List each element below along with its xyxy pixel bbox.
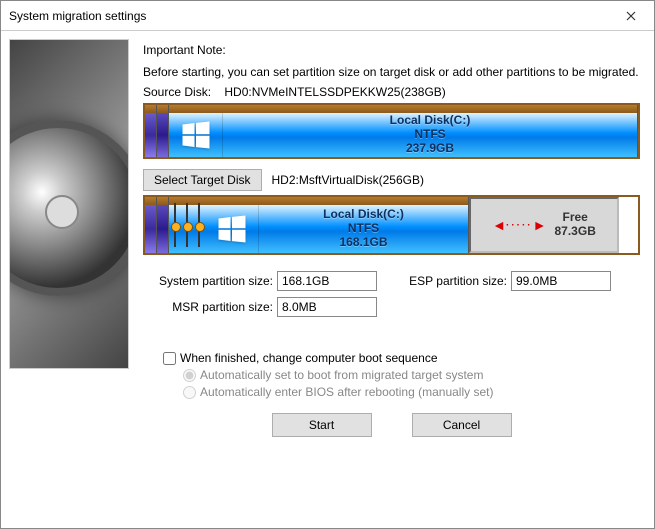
- boot-options: When finished, change computer boot sequ…: [163, 351, 640, 399]
- target-disk-row: Select Target Disk HD2:MsftVirtualDisk(2…: [143, 169, 640, 191]
- target-disk-value: HD2:MsftVirtualDisk(256GB): [272, 173, 424, 187]
- source-partition-fs: NTFS: [414, 128, 445, 142]
- boot-sequence-checkbox[interactable]: When finished, change computer boot sequ…: [163, 351, 640, 365]
- source-disk-value: HD0:NVMeINTELSSDPEKKW25(238GB): [224, 85, 445, 99]
- boot-sequence-checkbox-label: When finished, change computer boot sequ…: [180, 351, 438, 365]
- target-partition-info: Local Disk(C:) NTFS 168.1GB: [259, 205, 468, 253]
- before-starting-text: Before starting, you can set partition s…: [143, 65, 640, 79]
- close-icon[interactable]: [616, 1, 646, 31]
- free-space-info: Free 87.3GB: [555, 211, 596, 239]
- system-size-label: System partition size:: [143, 274, 273, 288]
- source-partition-size: 237.9GB: [406, 142, 454, 156]
- source-esp-segment: [145, 105, 157, 157]
- target-partition-size: 168.1GB: [339, 236, 387, 250]
- source-partition-info: Local Disk(C:) NTFS 237.9GB: [223, 113, 637, 157]
- esp-size-input[interactable]: [511, 271, 611, 291]
- free-space-segment[interactable]: ◄·····► Free 87.3GB: [469, 197, 619, 253]
- disk-illustration: [9, 39, 129, 369]
- boot-auto-radio-input: [183, 369, 196, 382]
- source-disk-row: Source Disk: HD0:NVMeINTELSSDPEKKW25(238…: [143, 85, 640, 99]
- resize-arrow-icon[interactable]: ◄·····►: [492, 217, 546, 233]
- free-label: Free: [555, 211, 596, 225]
- windows-icon: [169, 113, 223, 157]
- start-button[interactable]: Start: [272, 413, 372, 437]
- system-size-input[interactable]: [277, 271, 377, 291]
- main-panel: Important Note: Before starting, you can…: [137, 31, 654, 528]
- msr-size-input[interactable]: [277, 297, 377, 317]
- sidebar: [1, 31, 137, 528]
- titlebar: System migration settings: [1, 1, 654, 31]
- boot-bios-radio: Automatically enter BIOS after rebooting…: [183, 385, 640, 399]
- content: Important Note: Before starting, you can…: [1, 31, 654, 528]
- target-msr-segment[interactable]: [157, 197, 169, 253]
- boot-bios-radio-label: Automatically enter BIOS after rebooting…: [200, 385, 493, 399]
- target-partition-name: Local Disk(C:): [323, 208, 404, 222]
- window-title: System migration settings: [9, 9, 616, 23]
- target-esp-segment[interactable]: [145, 197, 157, 253]
- select-target-disk-button[interactable]: Select Target Disk: [143, 169, 262, 191]
- resize-handle-icon[interactable]: [193, 197, 205, 253]
- boot-auto-radio: Automatically set to boot from migrated …: [183, 368, 640, 382]
- source-msr-segment: [157, 105, 169, 157]
- target-main-segment[interactable]: Local Disk(C:) NTFS 168.1GB: [169, 197, 469, 253]
- boot-sequence-checkbox-input[interactable]: [163, 352, 176, 365]
- msr-size-label: MSR partition size:: [143, 300, 273, 314]
- esp-size-label: ESP partition size:: [397, 274, 507, 288]
- source-partition-name: Local Disk(C:): [390, 114, 471, 128]
- resize-handles[interactable]: [169, 197, 205, 253]
- windows-icon: [205, 205, 259, 253]
- target-partition-fs: NTFS: [348, 222, 379, 236]
- boot-auto-radio-label: Automatically set to boot from migrated …: [200, 368, 483, 382]
- free-size: 87.3GB: [555, 225, 596, 239]
- dialog-buttons: Start Cancel: [143, 413, 640, 437]
- important-note-label: Important Note:: [143, 43, 640, 57]
- resize-handle-icon[interactable]: [181, 197, 193, 253]
- resize-handle-icon[interactable]: [169, 197, 181, 253]
- cancel-button[interactable]: Cancel: [412, 413, 512, 437]
- target-disk-bar[interactable]: Local Disk(C:) NTFS 168.1GB ◄·····► Free…: [143, 195, 640, 255]
- source-disk-label: Source Disk:: [143, 85, 211, 99]
- boot-bios-radio-input: [183, 386, 196, 399]
- source-disk-bar: Local Disk(C:) NTFS 237.9GB: [143, 103, 640, 159]
- partition-size-form: System partition size: MSR partition siz…: [143, 265, 640, 323]
- source-main-segment: Local Disk(C:) NTFS 237.9GB: [169, 105, 638, 157]
